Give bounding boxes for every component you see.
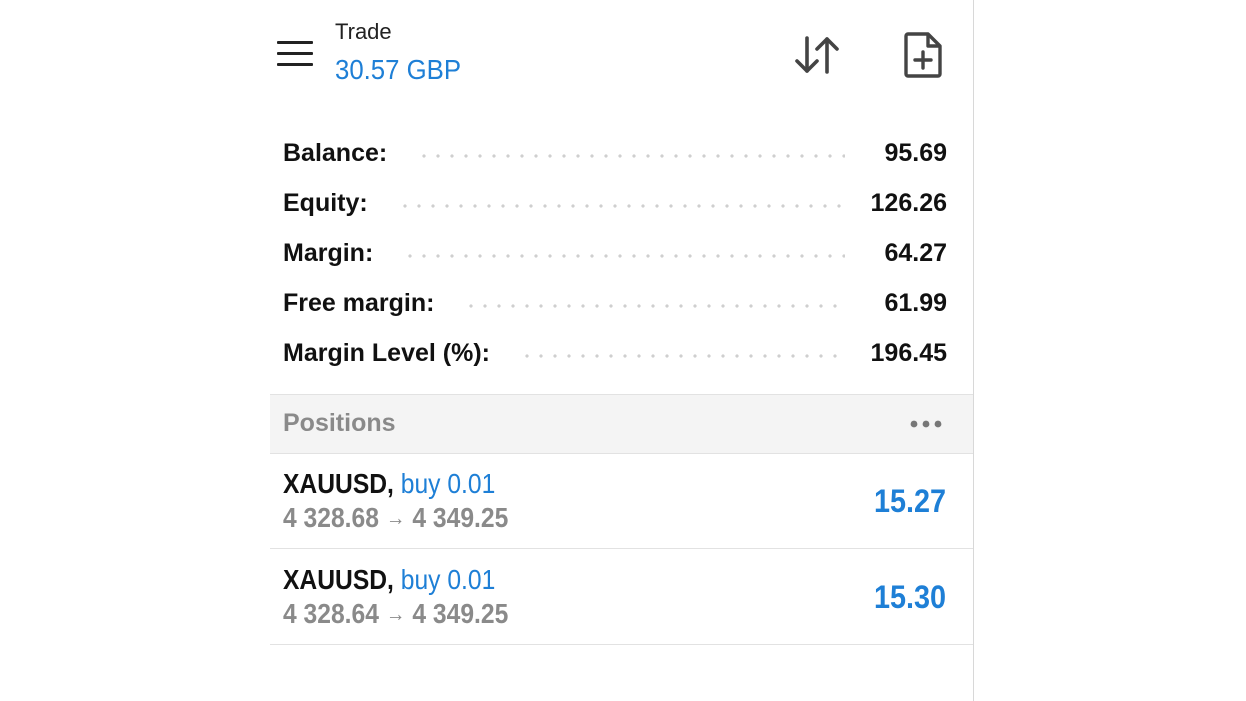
position-type: buy 0.01 — [400, 564, 496, 595]
position-row[interactable]: XAUUSD, buy 0.01 4 328.68 → 4 349.25 15.27 — [270, 453, 973, 549]
more-dots-icon[interactable] — [908, 415, 944, 433]
leader-dots — [519, 354, 845, 358]
account-summary: Balance: 95.69 Equity: 126.26 Margin: 64… — [283, 128, 947, 378]
leader-dots — [464, 304, 845, 308]
positions-title: Positions — [283, 409, 396, 437]
position-row[interactable]: XAUUSD, buy 0.01 4 328.64 → 4 349.25 15.30 — [270, 549, 973, 645]
summary-row-free-margin: Free margin: 61.99 — [283, 278, 947, 328]
position-prices: 4 328.64 → 4 349.25 — [283, 597, 508, 633]
open-price: 4 328.68 — [283, 502, 379, 533]
summary-row-margin: Margin: 64.27 — [283, 228, 947, 278]
app-header: Trade 30.57 GBP — [270, 0, 973, 112]
summary-row-balance: Balance: 95.69 — [283, 128, 947, 178]
positions-section-header: Positions — [270, 394, 973, 454]
right-arrow-icon: → — [385, 505, 406, 530]
position-prices: 4 328.68 → 4 349.25 — [283, 501, 508, 537]
leader-dots — [397, 204, 845, 208]
position-profit: 15.30 — [873, 579, 946, 615]
page-title: Trade — [335, 19, 392, 44]
position-symbol: XAUUSD, — [283, 468, 394, 499]
position-profit: 15.27 — [873, 483, 946, 519]
margin-level-label: Margin Level (%): — [283, 338, 504, 368]
balance-value: 95.69 — [884, 138, 947, 167]
free-margin-label: Free margin: — [283, 288, 449, 318]
trade-screen: Trade 30.57 GBP Balance: 95.69 Equity: 1… — [270, 0, 974, 701]
position-type: buy 0.01 — [400, 468, 496, 499]
open-price: 4 328.64 — [283, 598, 379, 629]
summary-row-equity: Equity: 126.26 — [283, 178, 947, 228]
position-title: XAUUSD, buy 0.01 — [283, 563, 495, 597]
leader-dots — [403, 254, 845, 258]
margin-level-value: 196.45 — [870, 338, 947, 367]
summary-row-margin-level: Margin Level (%): 196.45 — [283, 328, 947, 378]
equity-label: Equity: — [283, 188, 382, 218]
position-title: XAUUSD, buy 0.01 — [283, 467, 495, 501]
current-price: 4 349.25 — [412, 502, 509, 533]
margin-value: 64.27 — [884, 238, 947, 267]
current-price: 4 349.25 — [412, 598, 509, 629]
balance-label: Balance: — [283, 138, 402, 168]
right-arrow-icon: → — [385, 601, 406, 626]
margin-label: Margin: — [283, 238, 388, 268]
position-symbol: XAUUSD, — [283, 564, 394, 595]
account-profit: 30.57 GBP — [335, 54, 462, 85]
free-margin-value: 61.99 — [884, 288, 947, 317]
title-block: Trade 30.57 GBP — [335, 18, 472, 88]
leader-dots — [417, 154, 845, 158]
new-order-document-icon[interactable] — [903, 32, 943, 78]
sort-arrows-icon[interactable] — [794, 34, 842, 76]
hamburger-menu-icon[interactable] — [277, 41, 313, 67]
equity-value: 126.26 — [870, 188, 947, 217]
